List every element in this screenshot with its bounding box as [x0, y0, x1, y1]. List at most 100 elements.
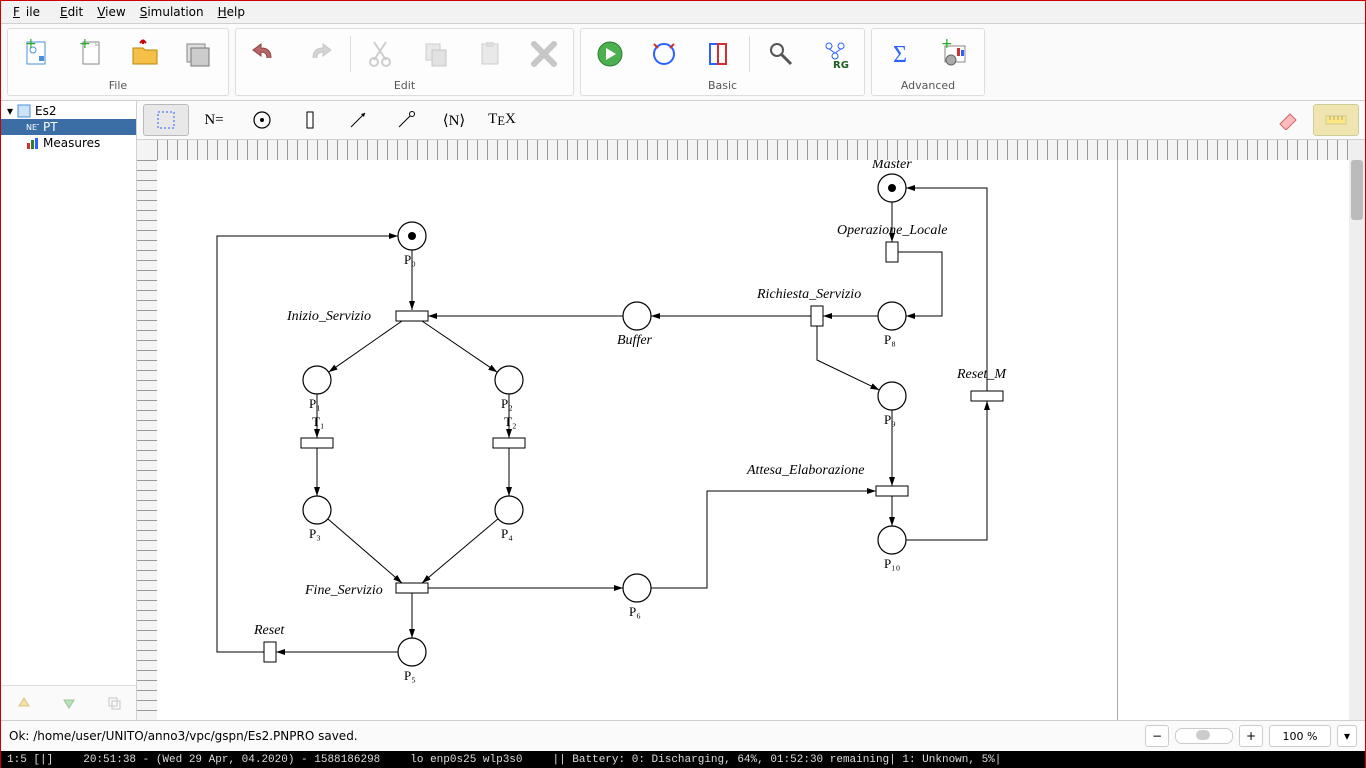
analysis2-button[interactable]: [691, 31, 745, 77]
svg-text:P₁₀: P₁₀: [884, 556, 900, 571]
open-button[interactable]: [118, 31, 172, 77]
transition-T2[interactable]: [493, 438, 525, 448]
zoom-slider[interactable]: [1175, 728, 1233, 744]
vertical-scrollbar[interactable]: [1348, 160, 1365, 720]
svg-text:Reset_M: Reset_M: [956, 367, 1007, 382]
svg-text:P₄: P₄: [501, 526, 513, 541]
zoom-dropdown[interactable]: ▾: [1337, 725, 1357, 747]
menu-help[interactable]: Help: [212, 3, 251, 21]
svg-text:P₁: P₁: [309, 396, 321, 411]
transition-Richiesta_Servizio[interactable]: [811, 306, 823, 326]
new-net-button[interactable]: +: [10, 31, 64, 77]
svg-text:Inizio_Servizio: Inizio_Servizio: [286, 309, 371, 324]
toolgroup-basic-label: Basic: [708, 79, 737, 95]
tree-net[interactable]: NET PT: [1, 119, 136, 135]
copy-button[interactable]: [409, 31, 463, 77]
svg-text:P₃: P₃: [309, 526, 321, 541]
place-P3[interactable]: [303, 496, 331, 524]
variable-tool[interactable]: N=: [191, 104, 237, 136]
place-Buffer[interactable]: [623, 302, 651, 330]
transition-Attesa_Elaborazione[interactable]: [876, 486, 908, 496]
menu-edit[interactable]: Edit: [54, 3, 89, 21]
angle-tool[interactable]: ⟨N⟩: [431, 104, 477, 136]
drawing-toolbar: N= ⟨N⟩ TEX: [137, 101, 1365, 140]
menu-view[interactable]: View: [91, 3, 131, 21]
place-P2[interactable]: [495, 366, 523, 394]
ruler-toggle[interactable]: [1313, 104, 1359, 136]
menu-simulation[interactable]: Simulation: [134, 3, 210, 21]
analysis1-button[interactable]: [637, 31, 691, 77]
project-icon: [17, 104, 31, 118]
eraser-tool[interactable]: [1265, 104, 1311, 136]
os-battery: || Battery: 0: Discharging, 64%, 01:52:3…: [553, 754, 1002, 766]
os-network: lo enp0s25 wlp3s0: [410, 754, 522, 766]
tree-net-label: PT: [43, 120, 58, 134]
place-P10[interactable]: [878, 526, 906, 554]
svg-text:Σ: Σ: [893, 42, 907, 68]
svg-text:Richiesta_Servizio: Richiesta_Servizio: [756, 287, 861, 302]
redo-button[interactable]: [292, 31, 346, 77]
svg-text:+: +: [941, 38, 953, 52]
zoom-out-button[interactable]: −: [1145, 725, 1169, 747]
sidebar-toolbar: [1, 685, 136, 720]
paste-button[interactable]: [463, 31, 517, 77]
menubar: File Edit View Simulation Help: [1, 1, 1365, 24]
transition-Fine_Servizio[interactable]: [396, 583, 428, 593]
svg-text:P₂: P₂: [501, 396, 513, 411]
toolgroup-advanced-label: Advanced: [901, 79, 955, 95]
project-tree[interactable]: ▾ Es2 NET PT Measures: [1, 101, 136, 685]
transition-Inizio_Servizio[interactable]: [396, 311, 428, 321]
arc-tool[interactable]: [335, 104, 381, 136]
place-P5[interactable]: [398, 638, 426, 666]
vertical-ruler[interactable]: [137, 160, 158, 720]
menu-file[interactable]: File: [7, 3, 52, 21]
zoom-value: 100 %: [1269, 725, 1331, 747]
sigma-button[interactable]: Σ: [874, 31, 928, 77]
cut-button[interactable]: [355, 31, 409, 77]
transition-Reset[interactable]: [264, 642, 276, 662]
horizontal-ruler[interactable]: [157, 140, 1349, 161]
select-tool[interactable]: [143, 104, 189, 136]
tex-tool[interactable]: TEX: [479, 104, 525, 136]
transition-Reset_M[interactable]: [971, 391, 1003, 401]
canvas[interactable]: Inizio_ServizioT₁T₂Fine_ServizioResetOpe…: [157, 160, 1349, 720]
delete-button[interactable]: [517, 31, 571, 77]
tree-measures[interactable]: Measures: [1, 135, 136, 151]
play-button[interactable]: [583, 31, 637, 77]
svg-text:P₅: P₅: [404, 668, 416, 683]
place-P8[interactable]: [878, 302, 906, 330]
svg-text:Master: Master: [871, 160, 912, 172]
svg-text:+: +: [79, 38, 91, 52]
net-icon: NET: [25, 120, 39, 134]
duplicate-button[interactable]: [100, 691, 128, 715]
move-up-button[interactable]: [10, 691, 38, 715]
place-P1[interactable]: [303, 366, 331, 394]
tree-root[interactable]: ▾ Es2: [1, 103, 136, 119]
transition-Operazione_Locale[interactable]: [886, 242, 898, 262]
place-P4[interactable]: [495, 496, 523, 524]
save-all-button[interactable]: [172, 31, 226, 77]
new-page-button[interactable]: +: [64, 31, 118, 77]
svg-text:P₀: P₀: [404, 252, 416, 267]
undo-button[interactable]: [238, 31, 292, 77]
inhibitor-arc-tool[interactable]: [383, 104, 429, 136]
place-tool[interactable]: [239, 104, 285, 136]
tool-wrench-button[interactable]: [754, 31, 808, 77]
svg-text:Operazione_Locale: Operazione_Locale: [837, 223, 947, 238]
svg-text:NET: NET: [26, 123, 39, 132]
advanced-tool-button[interactable]: +: [928, 31, 982, 77]
rg-button[interactable]: RG: [808, 31, 862, 77]
main-toolbar: + + File Edit RG Basic Σ + Advanced: [1, 24, 1365, 101]
toolgroup-file-label: File: [109, 79, 127, 95]
transition-T1[interactable]: [301, 438, 333, 448]
collapse-icon[interactable]: ▾: [7, 104, 13, 118]
place-P6[interactable]: [623, 574, 651, 602]
svg-text:P₉: P₉: [884, 412, 896, 427]
svg-text:T₁: T₁: [312, 414, 324, 429]
transition-tool[interactable]: [287, 104, 333, 136]
svg-text:Buffer: Buffer: [617, 333, 653, 348]
petri-net-diagram[interactable]: Inizio_ServizioT₁T₂Fine_ServizioResetOpe…: [157, 160, 1117, 720]
zoom-in-button[interactable]: +: [1239, 725, 1263, 747]
move-down-button[interactable]: [55, 691, 83, 715]
place-P9[interactable]: [878, 382, 906, 410]
